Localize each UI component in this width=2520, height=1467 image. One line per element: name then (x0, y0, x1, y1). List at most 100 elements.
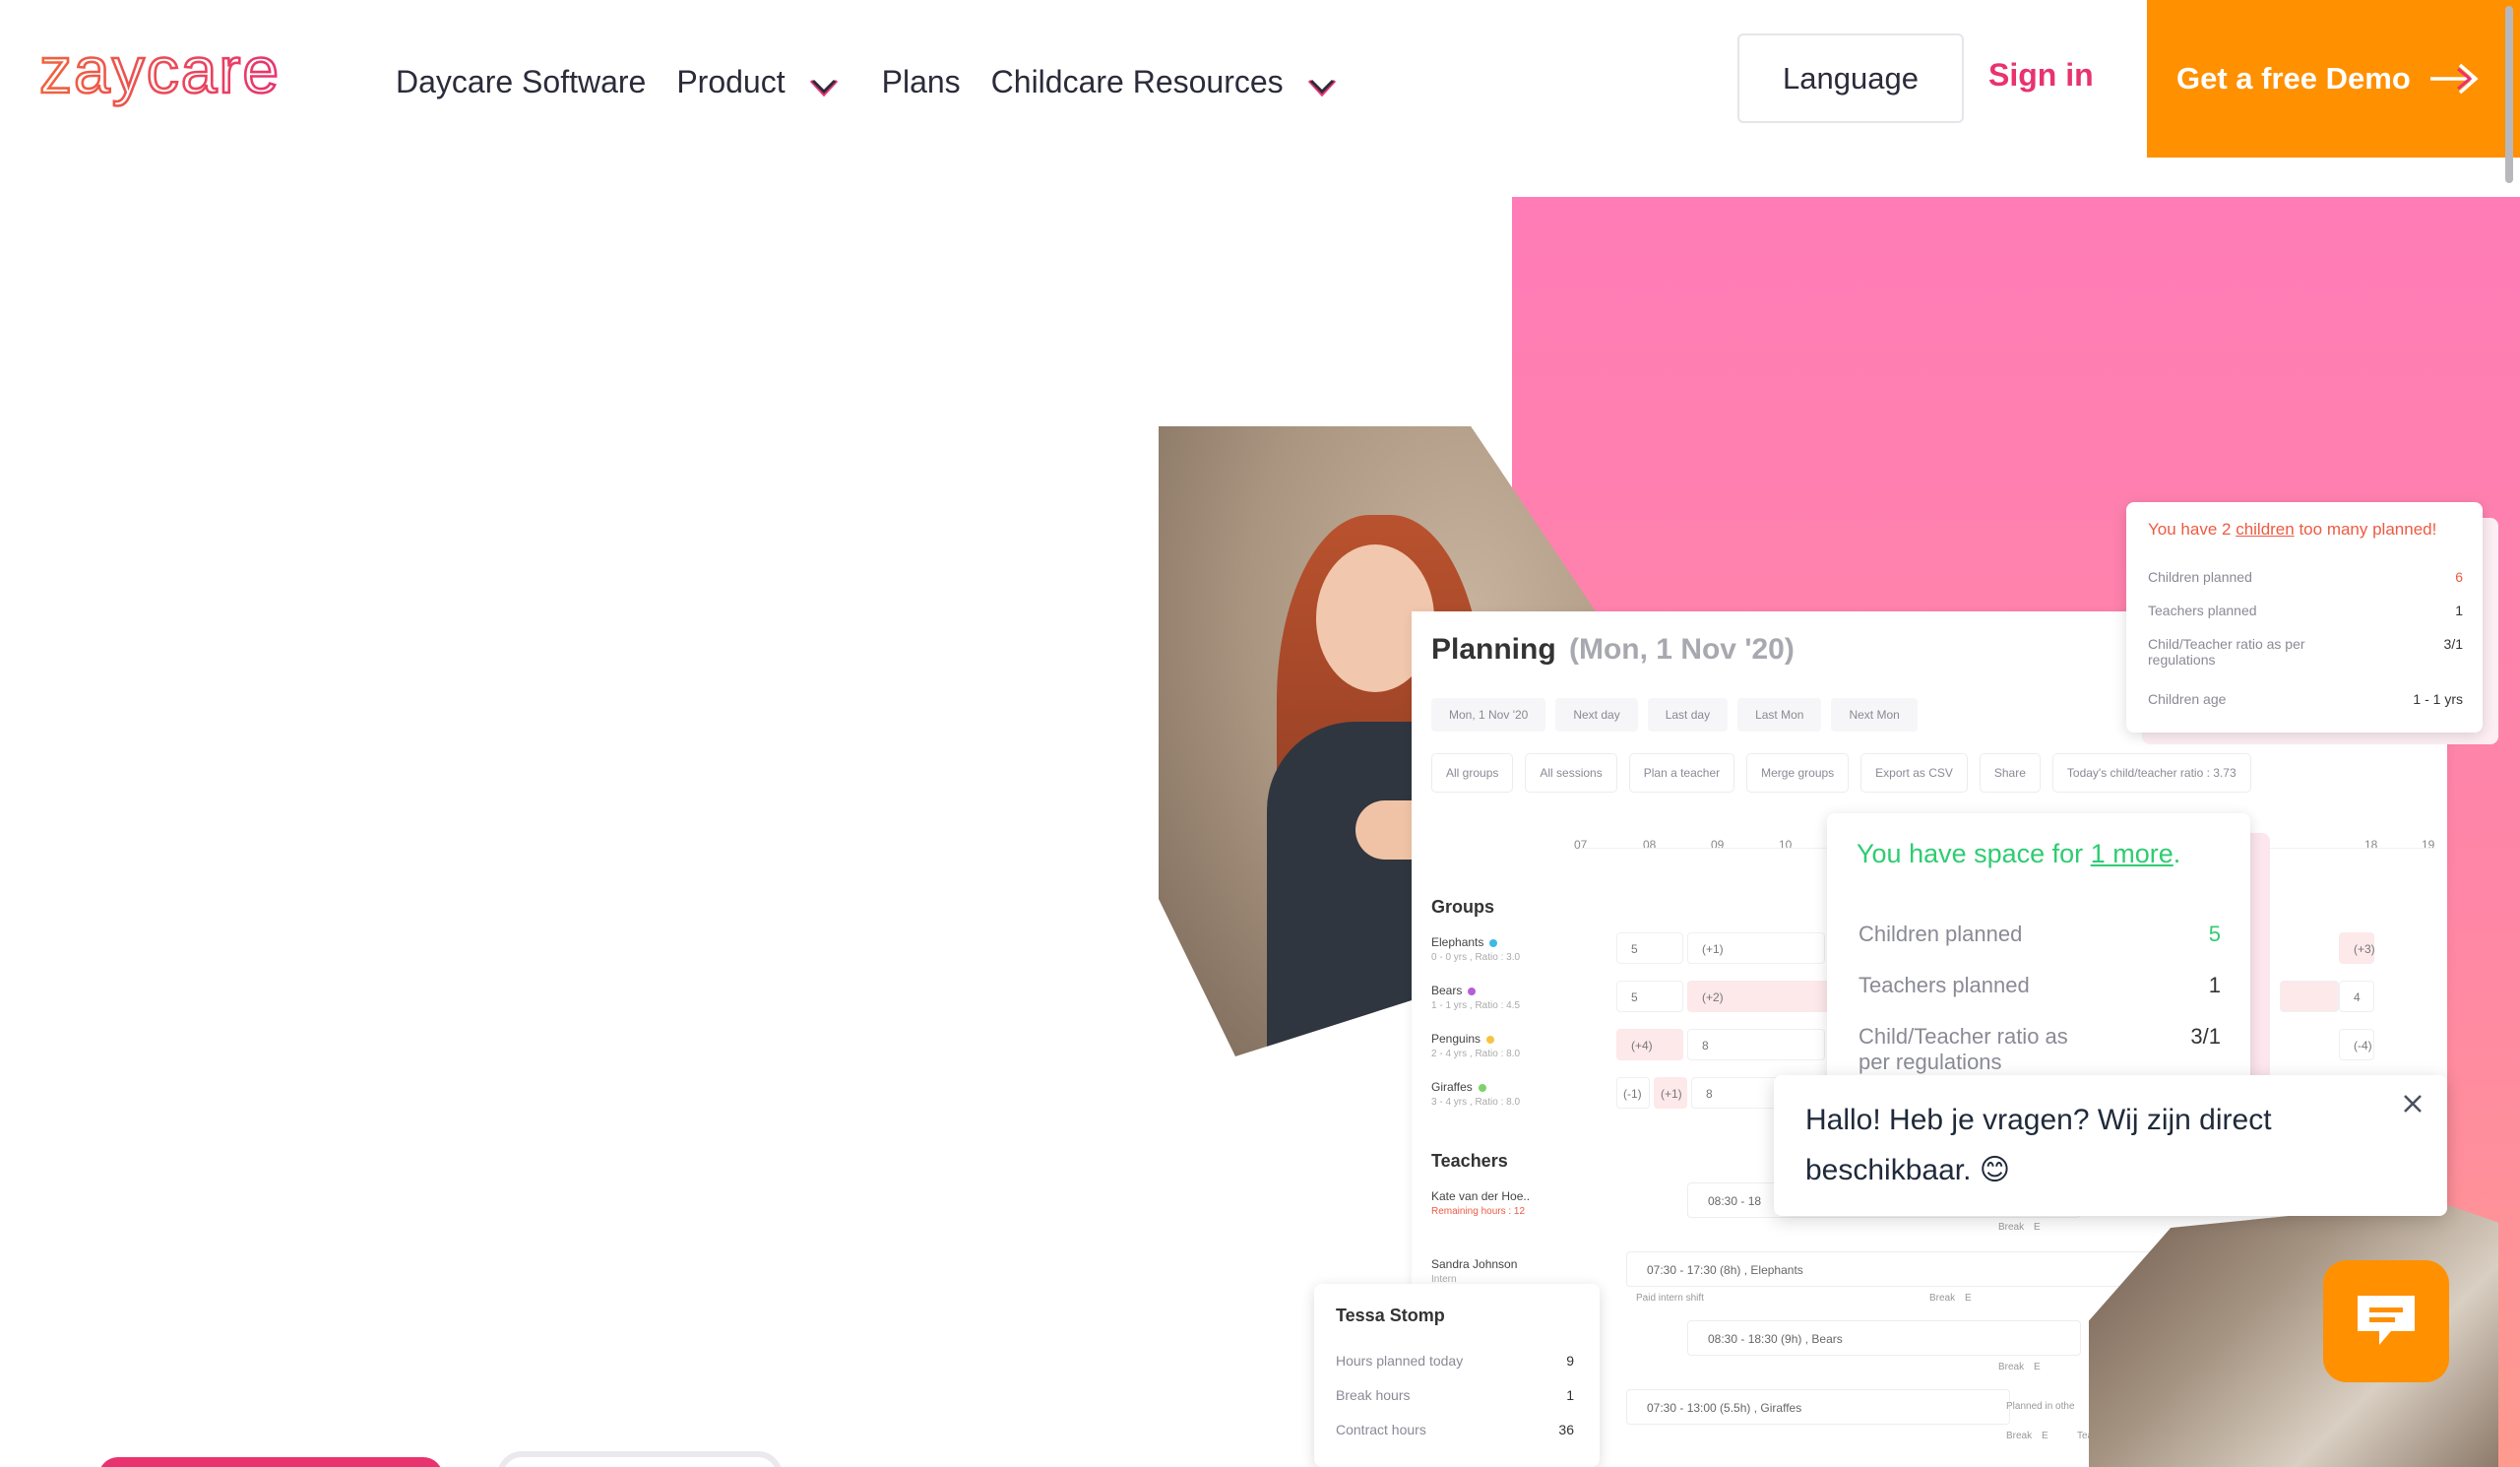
stat-value: 6 (2455, 569, 2463, 585)
secondary-cta-button[interactable] (497, 1451, 783, 1467)
teacher-name: Kate van der Hoe.. (1431, 1189, 1531, 1203)
group-cell: (+4) (1616, 1029, 1683, 1060)
group-cell: (-1) (1616, 1077, 1650, 1109)
stat-label: Child/Teacher ratio as per regulations (1858, 1024, 2068, 1074)
break-tag: Break (1998, 1222, 2025, 1233)
group-meta: 2 - 4 yrs , Ratio : 8.0 (1431, 1049, 1521, 1059)
planning-date-toolbar: Mon, 1 Nov '20 Next day Last day Last Mo… (1431, 698, 1918, 732)
break-badge: E (2034, 1222, 2041, 1233)
group-meta: 3 - 4 yrs , Ratio : 8.0 (1431, 1097, 1521, 1108)
stat-row: Hours planned today 9 (1336, 1353, 1574, 1369)
stat-label: Children planned (2148, 569, 2252, 585)
chevron-down-icon (807, 71, 841, 104)
zaycare-logo[interactable]: zaycare (39, 41, 335, 120)
nav-daycare-software[interactable]: Daycare Software (396, 64, 646, 100)
stat-row: Teachers planned 1 (1858, 973, 2221, 998)
ratio-readout: Today's child/teacher ratio : 3.73 (2051, 753, 2251, 793)
group-cell: 5 (1616, 981, 1683, 1012)
hour-label: 10 (1779, 838, 1793, 852)
space-available-card: You have space for 1 more. Children plan… (1827, 813, 2250, 1089)
export-csv-button: Export as CSV (1860, 753, 1968, 793)
group-cell: (+1) (1687, 932, 1825, 964)
chevron-down-icon (1305, 71, 1339, 104)
stat-row: Teachers planned 1 (2148, 603, 2463, 618)
last-day-chip: Last day (1647, 698, 1729, 732)
group-meta: 0 - 0 yrs , Ratio : 3.0 (1431, 952, 1521, 963)
get-demo-button[interactable]: Get a free Demo (2147, 0, 2520, 158)
group-cell: (+2) (1687, 981, 1845, 1012)
stat-value: 1 (1566, 1387, 1574, 1403)
over-capacity-card: You have 2 children too many planned! Ch… (2126, 502, 2483, 733)
stat-label: Break hours (1336, 1387, 1411, 1403)
sign-in-link[interactable]: Sign in (1988, 57, 2094, 94)
chat-icon (2358, 1296, 2415, 1345)
group-name: Giraffes (1431, 1080, 1473, 1094)
stat-label: Teachers planned (2148, 603, 2257, 618)
nav-plans[interactable]: Plans (882, 64, 961, 100)
one-more-link: 1 more (2090, 839, 2174, 868)
stat-value: 5 (2208, 922, 2221, 946)
svg-text:zaycare: zaycare (39, 41, 281, 106)
stat-label: Child/Teacher ratio as per regulations (2148, 636, 2305, 668)
logo-wordmark: zaycare (39, 41, 281, 107)
page-scrollbar[interactable] (2505, 6, 2513, 183)
shift-bar: 08:30 - 18:30 (9h) , Bears (1687, 1320, 2081, 1356)
chat-greeting-text: Hallo! Heb je vragen? Wij zijn direct be… (1805, 1104, 2272, 1186)
paid-intern-tag: Paid intern shift (1636, 1293, 1704, 1304)
space-available-heading: You have space for 1 more. (1857, 839, 2181, 868)
stat-row: Child/Teacher ratio as per regulations 3… (1858, 1024, 2221, 1075)
hour-label: 07 (1574, 838, 1588, 852)
teacher-name: Sandra Johnson (1431, 1257, 1518, 1271)
stat-label: Hours planned today (1336, 1353, 1464, 1369)
shift-bar: 07:30 - 17:30 (8h) , Elephants (1626, 1251, 2158, 1287)
stat-row: Children planned 5 (1858, 922, 2221, 947)
nav-childcare-resources-label: Childcare Resources (990, 63, 1284, 99)
stat-value: 36 (1558, 1422, 1574, 1437)
group-row: Bears 1 - 1 yrs , Ratio : 4.5 (1431, 984, 1520, 1011)
stat-value: 1 - 1 yrs (2413, 691, 2463, 707)
last-mon-chip: Last Mon (1737, 698, 1822, 732)
teacher-card-name: Tessa Stomp (1336, 1306, 1445, 1325)
close-icon[interactable] (2398, 1089, 2427, 1118)
all-groups-select: All groups (1431, 753, 1514, 793)
share-button: Share (1979, 753, 2041, 793)
planning-actions-toolbar: All groups All sessions Plan a teacher M… (1431, 753, 2251, 793)
group-row: Giraffes 3 - 4 yrs , Ratio : 8.0 (1431, 1080, 1520, 1108)
group-meta: 1 - 1 yrs , Ratio : 4.5 (1431, 1000, 1521, 1011)
stat-label: Contract hours (1336, 1422, 1426, 1437)
primary-cta-button[interactable] (98, 1457, 443, 1467)
group-name: Elephants (1431, 935, 1484, 949)
group-cell: 5 (1616, 932, 1683, 964)
teacher-hours-card: Tessa Stomp Hours planned today 9 Break … (1314, 1284, 1600, 1467)
break-tag: Break (1929, 1293, 1956, 1304)
shift-bar: 07:30 - 13:00 (5.5h) , Giraffes (1626, 1389, 2010, 1425)
group-color-dot (1478, 1083, 1486, 1092)
break-badge: E (2034, 1362, 2041, 1372)
hour-label: 19 (2422, 838, 2435, 852)
teacher-row: Kate van der Hoe.. Remaining hours : 12 (1431, 1189, 1530, 1217)
stat-value: 3/1 (2443, 636, 2463, 652)
nav-childcare-resources[interactable]: Childcare Resources (991, 59, 1339, 104)
chat-launcher-button[interactable] (2323, 1260, 2449, 1382)
language-button[interactable]: Language (1737, 33, 1964, 123)
break-tag: Break (1998, 1362, 2025, 1372)
chat-greeting-bubble[interactable]: Hallo! Heb je vragen? Wij zijn direct be… (1774, 1075, 2447, 1216)
hour-label: 18 (2364, 838, 2378, 852)
get-demo-label: Get a free Demo (2176, 61, 2411, 96)
nav-plans-label: Plans (881, 63, 961, 99)
stat-value: 1 (2455, 603, 2463, 618)
teacher-meta: Remaining hours : 12 (1431, 1206, 1526, 1217)
group-cell: 8 (1687, 1029, 1825, 1060)
next-day-chip: Next day (1555, 698, 1638, 732)
stat-value: 9 (1566, 1353, 1574, 1369)
group-cell: (+3) (2339, 932, 2375, 964)
plan-teacher-button: Plan a teacher (1628, 753, 1735, 793)
arrow-right-icon (2428, 59, 2482, 98)
group-name: Penguins (1431, 1032, 1481, 1046)
merge-groups-button: Merge groups (1746, 753, 1850, 793)
nav-product[interactable]: Product (676, 59, 840, 104)
group-cell: (+1) (1654, 1077, 1687, 1109)
group-cell: (-4) (2339, 1029, 2374, 1060)
teachers-heading: Teachers (1431, 1151, 1508, 1171)
stat-label: Teachers planned (1858, 973, 2030, 997)
